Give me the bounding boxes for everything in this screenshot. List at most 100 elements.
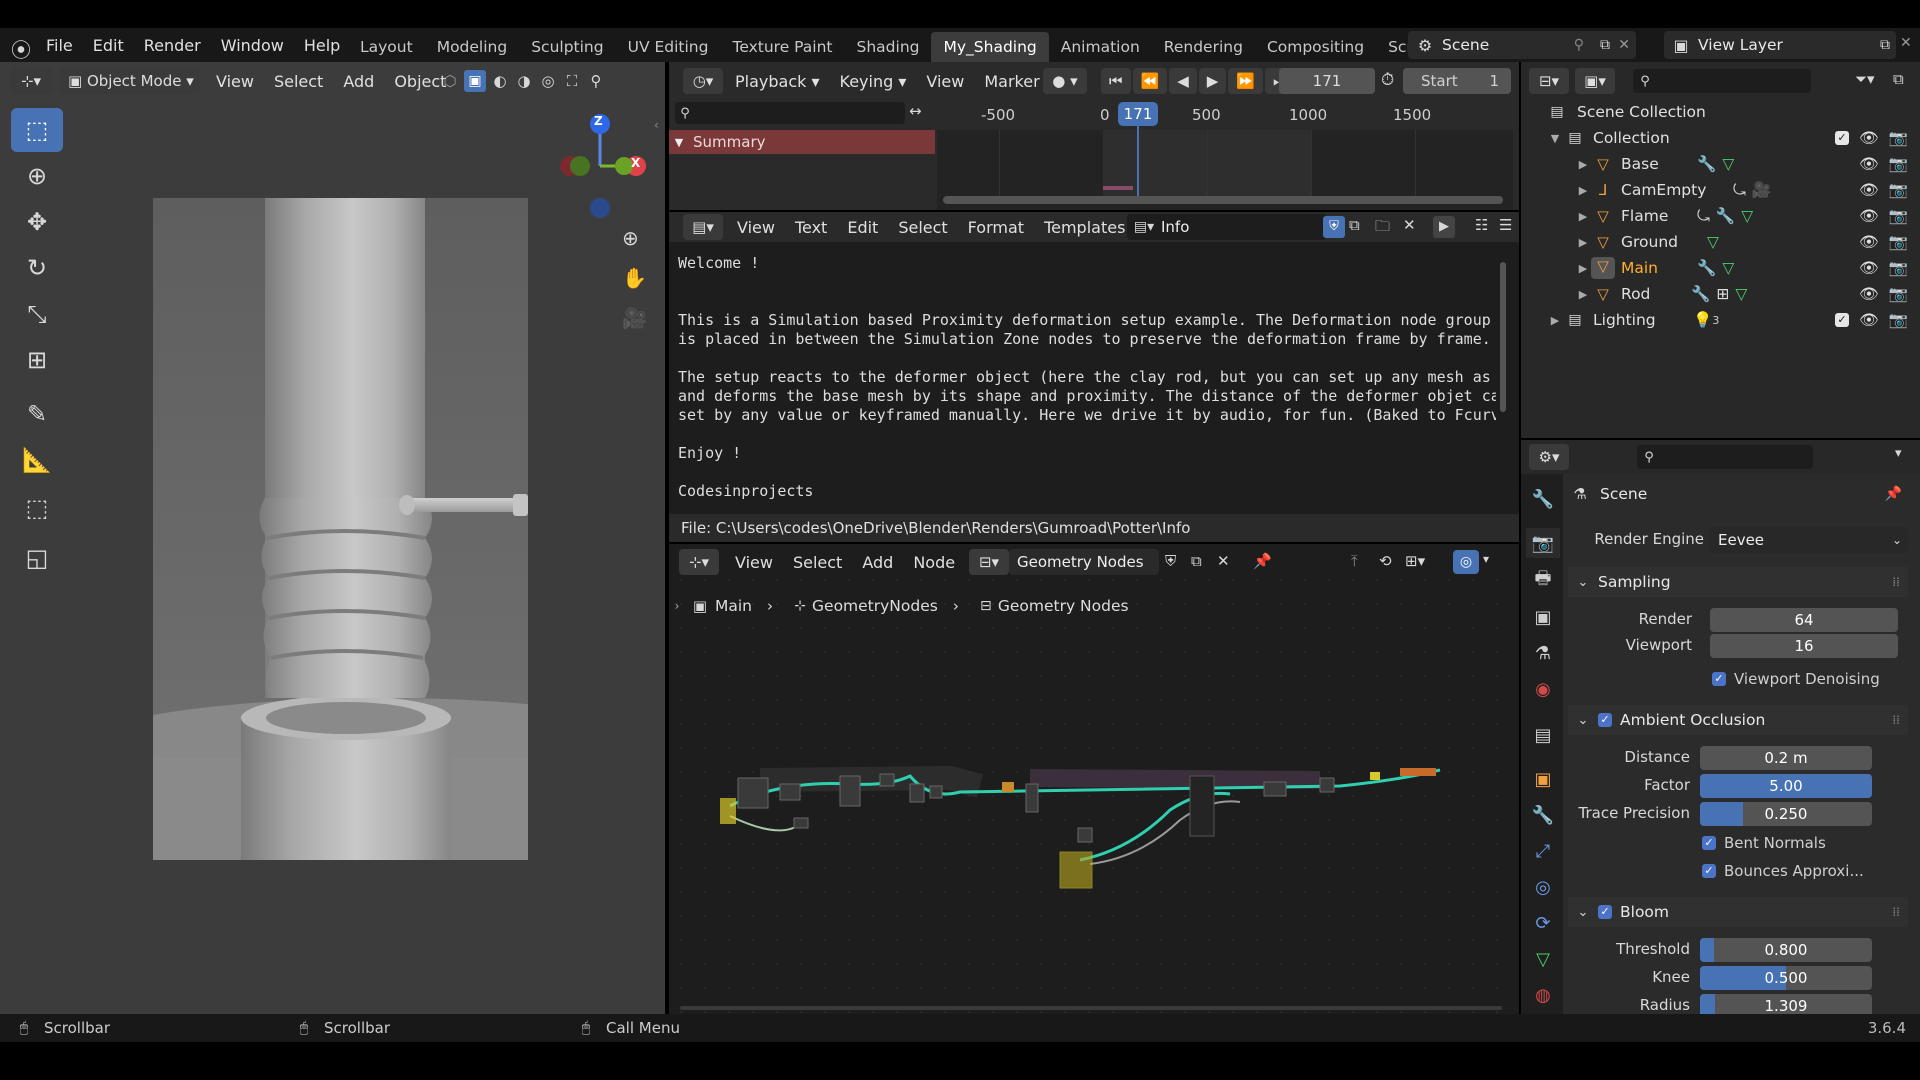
outliner-item-flame[interactable]: ▶ ▽ Flame ⤿ 🔧 ▽ 👁 📷 (1521, 203, 1920, 229)
move-tool[interactable]: ✥ (11, 200, 63, 244)
eye-icon[interactable]: 👁 (1859, 311, 1879, 329)
checkbox-icon[interactable]: ✓ (1702, 836, 1716, 850)
bloom-radius-slider[interactable]: 1.309 (1700, 994, 1872, 1014)
text-menu-select[interactable]: Select (888, 218, 957, 237)
ao-distance-field[interactable]: 0.2 m (1700, 746, 1872, 770)
overlay-icon[interactable]: ◎ (538, 72, 558, 90)
jump-keyframe-forward-icon[interactable]: ⏩ (1228, 68, 1263, 94)
editor-type-button[interactable]: ⚙▾ (1529, 444, 1569, 470)
node-editor-scrollbar[interactable] (680, 1006, 1502, 1010)
bloom-enable-checkbox[interactable]: ✓ (1598, 905, 1612, 919)
eye-icon[interactable]: 👁 (1859, 207, 1879, 225)
checkbox-icon[interactable]: ✓ (1702, 864, 1716, 878)
close-icon[interactable]: ✕ (1900, 35, 1912, 51)
camera-icon[interactable]: 📷 (1889, 207, 1908, 225)
bloom-knee-slider[interactable]: 0.500 (1700, 966, 1872, 990)
select-box-tool[interactable]: ⬚ (11, 108, 63, 152)
constraint-tab-icon[interactable]: ⟳ (1526, 908, 1560, 938)
tab-layout[interactable]: Layout (348, 32, 425, 62)
eye-icon[interactable]: 👁 (1859, 155, 1879, 173)
camera-icon[interactable]: 📷 (1889, 181, 1908, 199)
viewport-menu-add[interactable]: Add (333, 72, 384, 91)
ao-enable-checkbox[interactable]: ✓ (1598, 713, 1612, 727)
camera-icon[interactable]: 📷 (1889, 129, 1908, 147)
expand-arrow-icon[interactable]: ▶ (1547, 314, 1563, 327)
expand-arrow-icon[interactable]: ▶ (1575, 210, 1591, 223)
camera-icon[interactable]: 📷 (1889, 155, 1908, 173)
new-view-layer-icon[interactable]: ⧉ (1880, 37, 1890, 53)
outliner-scene-collection[interactable]: ▤ Scene Collection (1521, 99, 1920, 125)
menu-help[interactable]: Help (294, 36, 350, 55)
outliner-item-ground[interactable]: ▶ ▽ Ground ▽ 👁 📷 (1521, 229, 1920, 255)
text-menu-view[interactable]: View (727, 218, 785, 237)
modifier-wrench-icon[interactable]: 🔧 (1716, 207, 1735, 225)
xray-icon[interactable]: ⛶ (562, 72, 582, 90)
solid-shading-icon[interactable]: ▣ (464, 70, 486, 92)
parent-node-icon[interactable]: ⤒ (1351, 552, 1358, 570)
new-text-icon[interactable]: ⧉ (1349, 216, 1360, 234)
viewport-menu-select[interactable]: Select (264, 72, 333, 91)
drag-handle-icon[interactable]: ⁞⁞ (1892, 575, 1900, 589)
constraint-icon[interactable]: ⤿ (1733, 181, 1746, 200)
summary-channel[interactable]: ▼ Summary (669, 130, 935, 154)
annotate-tool[interactable]: ✎ (11, 392, 63, 436)
expand-arrow-icon[interactable]: ▼ (1547, 132, 1563, 145)
camera-icon[interactable]: 📷 (1889, 233, 1908, 251)
modifier-wrench-icon[interactable]: 🔧 (1697, 155, 1716, 173)
material-shading-icon[interactable]: ◐ (490, 72, 510, 90)
bounces-approx-checkbox[interactable]: ✓ Bounces Approxi... (1702, 860, 1864, 882)
outliner-item-main[interactable]: ▶ ▽ Main 🔧 ▽ 👁 📷 (1521, 255, 1920, 281)
editor-type-button[interactable]: ⊟▾ (1529, 68, 1569, 94)
timeline-scrollbar[interactable] (943, 196, 1503, 204)
camera-view-icon[interactable]: 🎥 (622, 306, 647, 330)
pin-icon[interactable]: 📌 (1885, 486, 1902, 502)
viewport-denoising-checkbox[interactable]: ✓ Viewport Denoising (1712, 668, 1880, 690)
measure-tool[interactable]: 📐 (11, 438, 63, 482)
outliner-search-field[interactable]: ⚲ (1633, 69, 1811, 93)
editor-type-button[interactable]: ▤▾ (683, 214, 723, 240)
bent-normals-checkbox[interactable]: ✓ Bent Normals (1702, 832, 1826, 854)
tab-compositing[interactable]: Compositing (1255, 32, 1376, 62)
text-datablock-selector[interactable]: ▤▾ Info (1127, 214, 1327, 240)
new-scene-icon[interactable]: ⧉ (1600, 37, 1610, 53)
fake-user-shield-icon[interactable]: ⛨ (1323, 216, 1345, 238)
rendered-shading-icon[interactable]: ◑ (514, 72, 534, 90)
tool-tab-icon[interactable]: 🔧 (1526, 484, 1560, 514)
pin-icon[interactable]: 📌 (1253, 552, 1272, 570)
text-scrollbar[interactable] (1500, 262, 1506, 412)
expand-arrow-icon[interactable]: ▶ (1575, 236, 1591, 249)
swap-icon[interactable]: ↔ (909, 102, 922, 120)
transform-tool[interactable]: ⊞ (11, 338, 63, 382)
new-collection-icon[interactable]: ⧉ (1893, 70, 1904, 88)
blender-logo-icon[interactable]: ⦿ (10, 34, 32, 63)
search-icon[interactable]: ⚲ (586, 72, 606, 90)
word-wrap-icon[interactable]: ☰ (1499, 216, 1512, 234)
editor-type-button[interactable]: ⊹▾ (10, 68, 52, 94)
editor-type-button[interactable]: ⊹▾ (679, 549, 719, 575)
outliner-collection[interactable]: ▼ ▤ Collection ✓ 👁 📷 (1521, 125, 1920, 151)
node-graph[interactable] (700, 740, 1460, 900)
bloom-panel-header[interactable]: ⌄ ✓ Bloom ⁞⁞ (1568, 897, 1908, 927)
timeline-menu-view[interactable]: View (916, 72, 974, 91)
properties-search-field[interactable]: ⚲ (1637, 445, 1813, 469)
tab-sculpting[interactable]: Sculpting (519, 32, 615, 62)
pin-icon[interactable]: ⚲ (1574, 37, 1584, 53)
navigation-gizmo[interactable]: Z X (550, 110, 650, 220)
open-folder-icon[interactable]: 🗀 (1375, 216, 1390, 241)
sampling-panel-header[interactable]: ⌄ Sampling ⁞⁞ (1568, 567, 1908, 597)
expand-arrow-icon[interactable]: ▶ (1575, 262, 1591, 275)
physics-tab-icon[interactable]: ◎ (1526, 872, 1560, 902)
viewport-menu-view[interactable]: View (206, 72, 264, 91)
add-cube-tool[interactable]: ⬚ (11, 486, 63, 530)
jump-start-icon[interactable]: ⏮ (1101, 68, 1131, 94)
fake-user-shield-icon[interactable]: ⛨ (1165, 552, 1176, 570)
camera-icon[interactable]: 📷 (1889, 285, 1908, 303)
timeline-ruler[interactable]: -500 0 500 1000 1500 171 (937, 100, 1513, 210)
modifier-wrench-icon[interactable]: 🔧 (1691, 285, 1710, 303)
playhead-label[interactable]: 171 (1118, 102, 1158, 126)
tab-animation[interactable]: Animation (1049, 32, 1152, 62)
ao-panel-header[interactable]: ⌄ ✓ Ambient Occlusion ⁞⁞ (1568, 705, 1908, 735)
menu-edit[interactable]: Edit (83, 36, 134, 55)
ao-trace-slider[interactable]: 0.250 (1700, 802, 1872, 826)
material-tab-icon[interactable]: ◍ (1526, 980, 1560, 1010)
